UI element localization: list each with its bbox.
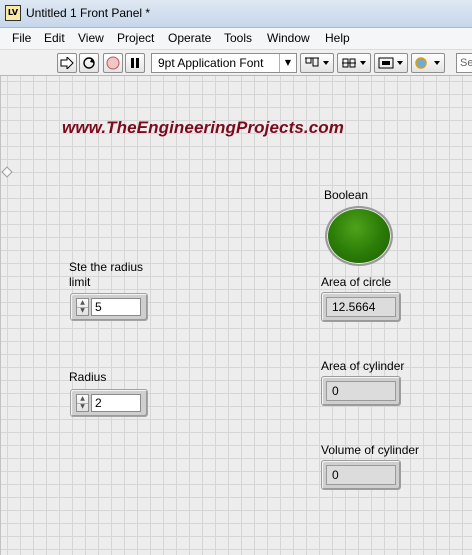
area-of-circle-value: 12.5664 xyxy=(326,297,396,317)
menu-edit[interactable]: Edit xyxy=(44,31,65,45)
chevron-down-icon: ▼ xyxy=(279,54,296,72)
abort-button[interactable] xyxy=(103,53,123,73)
distribute-objects-icon xyxy=(342,58,366,68)
menu-view[interactable]: View xyxy=(78,31,104,45)
area-of-cylinder-value: 0 xyxy=(326,381,396,401)
menu-file[interactable]: File xyxy=(12,31,31,45)
toolbar: 9pt Application Font ▼ Se xyxy=(0,50,472,76)
boolean-label: Boolean xyxy=(324,188,369,202)
area-of-cylinder-indicator: 0 xyxy=(321,376,401,406)
volume-of-cylinder-value: 0 xyxy=(326,465,396,485)
reorder-button[interactable] xyxy=(411,53,445,73)
website-watermark: www.TheEngineeringProjects.com xyxy=(62,118,344,137)
menu-project[interactable]: Project xyxy=(117,31,154,45)
align-objects-icon xyxy=(305,57,329,67)
radius-label: Radius xyxy=(69,370,107,384)
area-of-circle-indicator: 12.5664 xyxy=(321,292,401,322)
resize-objects-icon xyxy=(378,57,403,69)
run-arrow-icon xyxy=(60,57,74,69)
decrement-arrow-icon[interactable]: ▼ xyxy=(77,307,88,315)
radius-stepper[interactable]: ▲ ▼ xyxy=(76,394,89,412)
area-of-cylinder-label: Area of cylinder xyxy=(321,359,405,373)
radius-limit-label-line1: Ste the radius xyxy=(69,260,144,274)
search-input[interactable]: Se xyxy=(456,53,472,73)
volume-of-cylinder-indicator: 0 xyxy=(321,460,401,490)
menu-help[interactable]: Help xyxy=(325,31,350,45)
resize-objects-button[interactable] xyxy=(374,53,408,73)
menu-bar: File Edit View Project Operate Tools Win… xyxy=(0,28,472,50)
window-title: Untitled 1 Front Panel * xyxy=(26,6,151,20)
radius-input[interactable]: 2 xyxy=(91,394,141,412)
decrement-arrow-icon[interactable]: ▼ xyxy=(77,403,88,411)
menu-tools[interactable]: Tools xyxy=(224,31,252,45)
text-settings-dropdown[interactable]: 9pt Application Font ▼ xyxy=(151,53,297,73)
volume-of-cylinder-label: Volume of cylinder xyxy=(321,443,420,457)
run-button[interactable] xyxy=(57,53,77,73)
pause-icon xyxy=(131,58,139,68)
reorder-icon xyxy=(415,57,440,69)
radius-limit-stepper[interactable]: ▲ ▼ xyxy=(76,298,89,316)
area-of-circle-label: Area of circle xyxy=(321,275,392,289)
radius-limit-control: ▲ ▼ 5 xyxy=(70,293,148,321)
boolean-led-indicator xyxy=(325,206,393,266)
title-bar: LV Untitled 1 Front Panel * xyxy=(0,0,472,28)
pause-button[interactable] xyxy=(125,53,145,73)
font-setting-value: 9pt Application Font xyxy=(158,56,264,70)
labview-app-icon[interactable]: LV xyxy=(5,5,21,21)
menu-operate[interactable]: Operate xyxy=(168,31,211,45)
radius-limit-label-line2: limit xyxy=(69,275,91,289)
align-objects-button[interactable] xyxy=(300,53,334,73)
radius-limit-input[interactable]: 5 xyxy=(91,298,141,316)
run-continuously-icon xyxy=(83,57,95,69)
radius-control: ▲ ▼ 2 xyxy=(70,389,148,417)
menu-window[interactable]: Window xyxy=(267,31,310,45)
abort-stop-icon xyxy=(106,56,120,70)
run-continuously-button[interactable] xyxy=(79,53,99,73)
distribute-objects-button[interactable] xyxy=(337,53,371,73)
